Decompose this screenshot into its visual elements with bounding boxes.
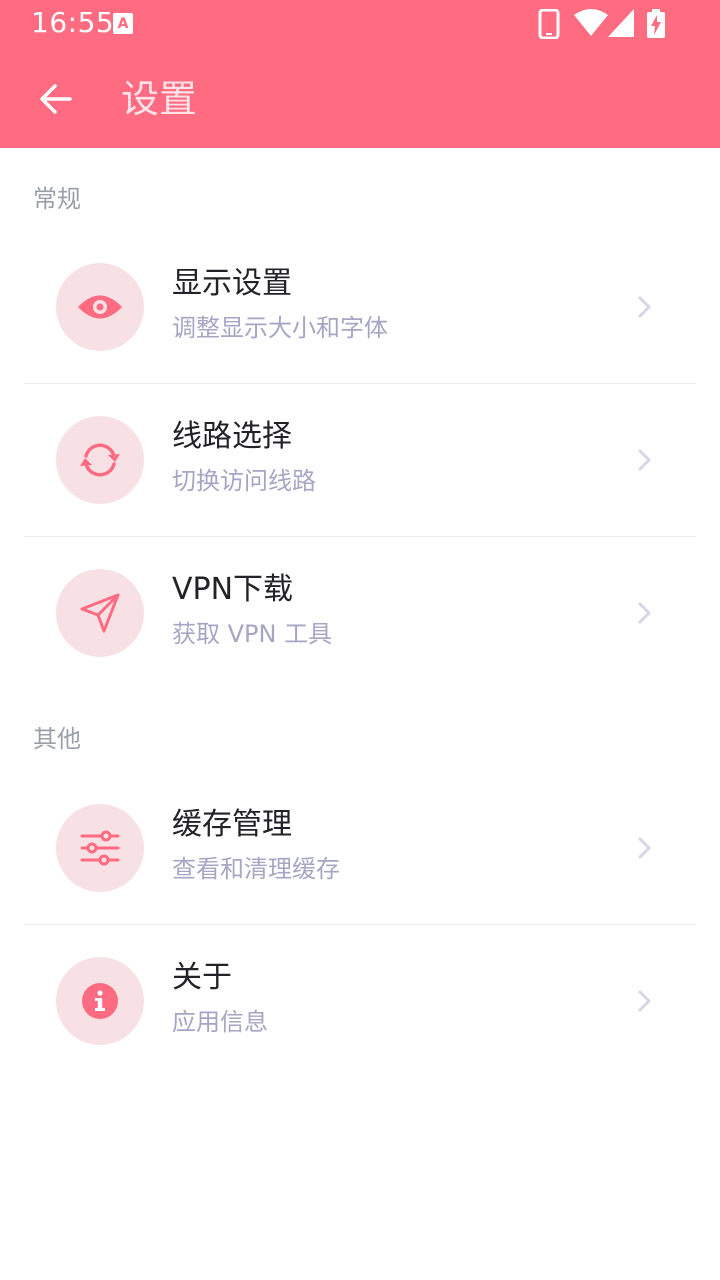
item-subtitle: 调整显示大小和字体	[172, 314, 388, 342]
section-label-general: 常规	[33, 185, 81, 213]
arrow-left-icon	[40, 84, 72, 114]
chevron-right-icon	[638, 990, 651, 1012]
item-icon-circle	[56, 957, 144, 1045]
status-time: 16:55	[31, 6, 115, 39]
item-title: 显示设置	[172, 266, 292, 301]
settings-item-route[interactable]: 线路选择 切换访问线路	[24, 384, 696, 536]
send-icon	[80, 593, 120, 633]
eye-icon	[78, 295, 122, 319]
app-header: 16:55 A 设置	[0, 0, 720, 148]
item-title: 关于	[172, 960, 232, 995]
section-label-other: 其他	[33, 725, 81, 753]
item-icon-circle	[56, 569, 144, 657]
back-button[interactable]	[22, 65, 90, 133]
chevron-right-icon	[638, 602, 651, 624]
chevron-right-icon	[638, 296, 651, 318]
a-notification-icon: A	[113, 13, 133, 34]
item-title: VPN下载	[172, 572, 294, 607]
settings-item-cache[interactable]: 缓存管理 查看和清理缓存	[24, 772, 696, 924]
chevron-right-icon	[638, 449, 651, 471]
item-subtitle: 查看和清理缓存	[172, 855, 340, 883]
page-title: 设置	[121, 77, 198, 121]
settings-item-vpn[interactable]: VPN下载 获取 VPN 工具	[24, 537, 696, 689]
item-icon-circle	[56, 263, 144, 351]
item-icon-circle	[56, 804, 144, 892]
wifi-icon	[574, 9, 608, 36]
item-subtitle: 应用信息	[172, 1008, 268, 1036]
status-bar: 16:55 A	[0, 0, 720, 48]
chevron-right-icon	[638, 837, 651, 859]
phone-icon	[538, 9, 560, 39]
battery-charging-icon	[647, 9, 665, 38]
signal-icon	[608, 9, 634, 37]
settings-item-about[interactable]: 关于 应用信息	[24, 925, 696, 1077]
item-subtitle: 获取 VPN 工具	[172, 620, 333, 648]
sync-icon	[80, 443, 120, 477]
svg-text:A: A	[118, 16, 129, 32]
toolbar: 设置	[0, 48, 720, 148]
item-title: 缓存管理	[172, 807, 292, 842]
item-subtitle: 切换访问线路	[172, 467, 316, 495]
info-icon	[82, 983, 118, 1019]
item-title: 线路选择	[172, 419, 292, 454]
item-icon-circle	[56, 416, 144, 504]
sliders-icon	[80, 830, 120, 866]
settings-item-display[interactable]: 显示设置 调整显示大小和字体	[24, 231, 696, 383]
